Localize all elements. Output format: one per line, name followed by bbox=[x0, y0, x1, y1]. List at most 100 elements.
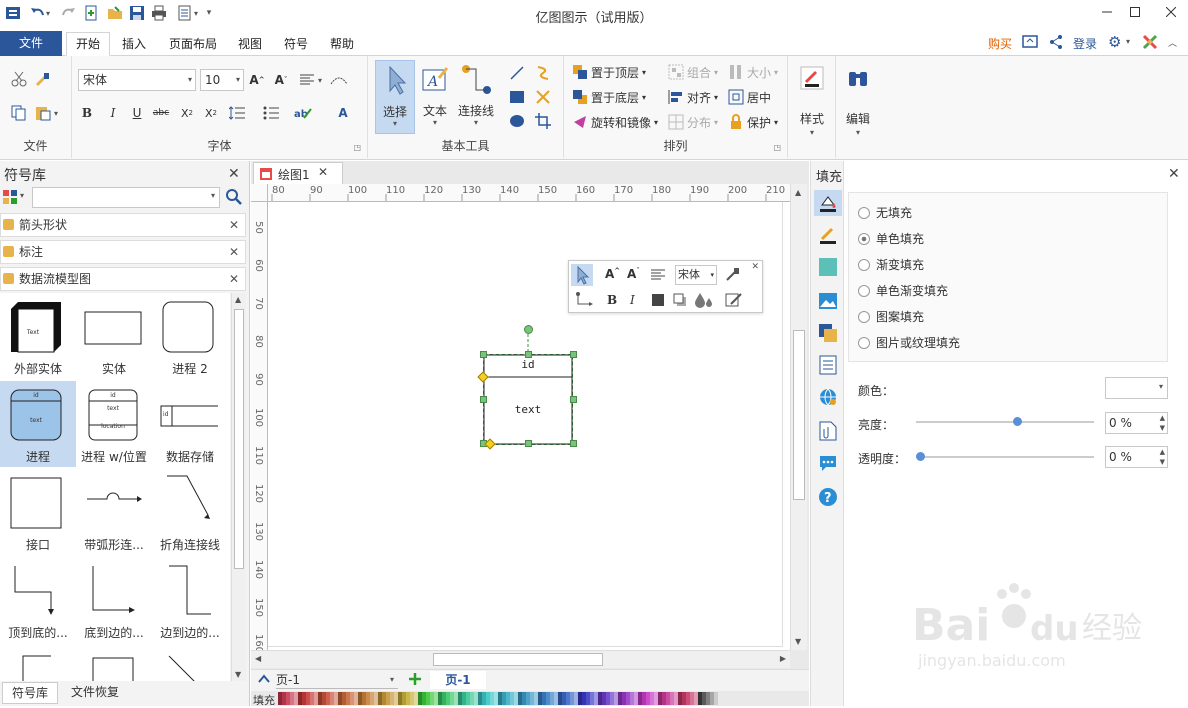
library-bottom-tab-symbols[interactable]: 符号库 bbox=[2, 682, 58, 704]
tab-view[interactable]: 视图 bbox=[230, 33, 270, 55]
buy-link[interactable]: 购买 bbox=[988, 35, 1012, 52]
page-tab-1[interactable]: 页-1 bbox=[430, 671, 486, 689]
format-painter-icon[interactable] bbox=[34, 70, 52, 88]
page-panel-icon[interactable] bbox=[817, 354, 839, 376]
superscript-icon[interactable]: X2 bbox=[202, 104, 220, 122]
fill-option-solid[interactable]: 单色填充 bbox=[858, 230, 924, 247]
line-tool-icon[interactable] bbox=[508, 64, 526, 82]
rotation-handle[interactable] bbox=[524, 325, 533, 334]
document-tab-close-icon[interactable]: ✕ bbox=[318, 165, 328, 179]
settings-dropdown-icon[interactable]: ▾ bbox=[1126, 37, 1130, 46]
paragraph-align-icon[interactable] bbox=[298, 71, 316, 89]
transparency-slider[interactable] bbox=[916, 456, 1094, 458]
layer-panel-icon[interactable] bbox=[817, 322, 839, 344]
mini-align-icon[interactable] bbox=[651, 269, 665, 281]
open-icon[interactable] bbox=[106, 4, 124, 22]
resize-handle-se[interactable] bbox=[570, 440, 577, 447]
horizontal-scrollbar[interactable]: ◀ ▶ bbox=[251, 650, 790, 668]
save-icon[interactable] bbox=[128, 4, 146, 22]
transparency-input[interactable]: 0 % ▲ ▼ bbox=[1105, 446, 1168, 468]
symbol-elbow-connector[interactable]: 折角连接线 bbox=[152, 469, 228, 555]
fill-panel-icon[interactable] bbox=[814, 190, 842, 216]
transparency-slider-thumb[interactable] bbox=[916, 452, 925, 461]
page-nav-up-icon[interactable] bbox=[257, 672, 271, 684]
ellipse-tool-icon[interactable] bbox=[508, 112, 526, 130]
line-spacing-icon[interactable] bbox=[228, 104, 246, 122]
text-tool-button[interactable]: A 文本 ▾ bbox=[417, 60, 453, 134]
help-panel-icon[interactable]: ? bbox=[817, 486, 839, 508]
symbol-external-entity[interactable]: Text 外部实体 bbox=[0, 293, 76, 379]
cross-point-tool-icon[interactable] bbox=[534, 88, 552, 106]
library-scroll-thumb[interactable] bbox=[234, 309, 244, 569]
mini-select-icon[interactable] bbox=[571, 264, 593, 286]
fill-option-gradient[interactable]: 渐变填充 bbox=[858, 256, 924, 273]
mini-shadow-icon[interactable] bbox=[673, 293, 687, 307]
text-curve-icon[interactable] bbox=[330, 71, 348, 89]
fill-option-picture[interactable]: 图片或纹理填充 bbox=[858, 334, 960, 351]
cut-icon[interactable] bbox=[10, 70, 28, 88]
settings-gear-icon[interactable]: ⚙ bbox=[1108, 33, 1121, 51]
select-tool-button[interactable]: 选择 ▾ bbox=[375, 60, 415, 134]
hyperlink-panel-icon[interactable] bbox=[817, 386, 839, 408]
tab-help[interactable]: 帮助 bbox=[322, 33, 362, 55]
highlight-icon[interactable]: ab bbox=[294, 104, 312, 122]
arrange-dialog-launcher-icon[interactable]: ◳ bbox=[773, 143, 781, 152]
library-close-icon[interactable]: ✕ bbox=[228, 166, 240, 182]
line-panel-icon[interactable] bbox=[817, 224, 839, 246]
shrink-font-icon[interactable]: Aˇ bbox=[272, 71, 290, 89]
maximize-button[interactable] bbox=[1120, 0, 1150, 24]
vertical-scroll-thumb[interactable] bbox=[793, 330, 805, 500]
symbol-interface[interactable]: 接口 bbox=[0, 469, 76, 555]
mini-close-icon[interactable]: ✕ bbox=[751, 262, 759, 272]
horizontal-scroll-thumb[interactable] bbox=[433, 653, 603, 666]
rectangle-tool-icon[interactable] bbox=[508, 88, 526, 106]
radio-pattern[interactable] bbox=[858, 310, 870, 323]
radio-picture[interactable] bbox=[858, 336, 870, 349]
align-dropdown-icon[interactable]: ▾ bbox=[316, 71, 324, 89]
category-data-flow[interactable]: 数据流模型图 ✕ bbox=[0, 267, 246, 291]
arc-tool-icon[interactable] bbox=[534, 64, 552, 82]
symbol-side-to-side[interactable]: 边到边的... bbox=[152, 557, 228, 643]
paste-icon[interactable] bbox=[34, 104, 52, 122]
brightness-input[interactable]: 0 % ▲ ▼ bbox=[1105, 412, 1168, 434]
connector-tool-button[interactable]: 连接线 ▾ bbox=[455, 60, 497, 134]
tab-home[interactable]: 开始 bbox=[66, 32, 110, 56]
symbol-data-store[interactable]: id 数据存储 bbox=[152, 381, 228, 467]
tab-symbol[interactable]: 符号 bbox=[276, 33, 316, 55]
radio-single-gradient[interactable] bbox=[858, 284, 870, 297]
radio-gradient[interactable] bbox=[858, 258, 870, 271]
shadow-panel-icon[interactable] bbox=[817, 256, 839, 278]
library-bottom-tab-recovery[interactable]: 文件恢复 bbox=[64, 682, 126, 704]
symbol-arc-connector[interactable]: 带弧形连... bbox=[76, 469, 152, 555]
resize-handle-s[interactable] bbox=[525, 440, 532, 447]
screen-icon[interactable] bbox=[1022, 34, 1038, 50]
library-scrollbar[interactable]: ▲ ▼ bbox=[231, 293, 246, 681]
symbol-connector-partial-1[interactable] bbox=[0, 645, 76, 681]
symbol-entity[interactable]: 实体 bbox=[76, 293, 152, 379]
category-close-icon[interactable]: ✕ bbox=[229, 241, 239, 263]
category-arrow-shapes[interactable]: 箭头形状 ✕ bbox=[0, 213, 246, 237]
strikethrough-icon[interactable]: abc bbox=[152, 104, 170, 122]
align-button[interactable]: 对齐 ▾ bbox=[668, 87, 718, 107]
send-to-back-button[interactable]: 置于底层 ▾ bbox=[572, 87, 646, 107]
size-button[interactable]: 大小 ▾ bbox=[728, 62, 778, 82]
italic-icon[interactable]: I bbox=[104, 104, 122, 122]
font-color-icon[interactable]: A bbox=[334, 104, 352, 122]
mini-fill-icon[interactable] bbox=[651, 293, 665, 307]
brand-icon[interactable] bbox=[1142, 34, 1158, 50]
font-family-select[interactable]: 宋体 ▾ bbox=[78, 69, 196, 91]
symbol-process-with-location[interactable]: id text location 进程 w/位置 bbox=[76, 381, 152, 467]
brightness-slider[interactable] bbox=[916, 421, 1094, 423]
group-button[interactable]: 组合 ▾ bbox=[668, 62, 718, 82]
image-panel-icon[interactable] bbox=[817, 290, 839, 312]
library-category-icon[interactable] bbox=[2, 189, 18, 205]
color-picker[interactable]: ▾ bbox=[1105, 377, 1168, 399]
resize-handle-n[interactable] bbox=[525, 351, 532, 358]
mini-bold-icon[interactable]: B bbox=[607, 293, 617, 307]
edit-button[interactable]: 编辑 ▾ bbox=[840, 64, 876, 144]
share-icon[interactable] bbox=[1048, 34, 1064, 50]
style-button[interactable]: 样式 ▾ bbox=[794, 64, 830, 144]
fill-option-single-gradient[interactable]: 单色渐变填充 bbox=[858, 282, 948, 299]
export-dropdown-icon[interactable]: ▾ bbox=[192, 4, 200, 22]
library-search-input[interactable]: ▾ bbox=[32, 187, 220, 208]
